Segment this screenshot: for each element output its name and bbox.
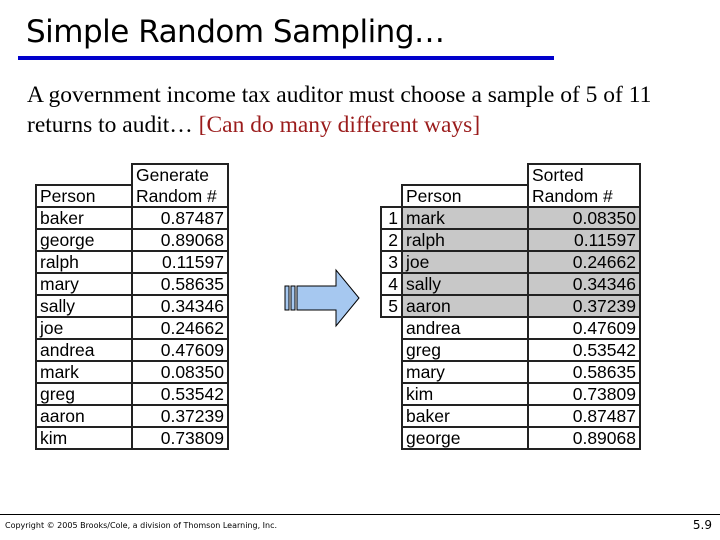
- index-cell: [381, 427, 402, 449]
- header-person: Person: [401, 184, 529, 208]
- random-cell: 0.89068: [527, 426, 641, 450]
- slide-body: A government income tax auditor must cho…: [27, 80, 717, 140]
- random-cell: 0.34346: [131, 294, 229, 318]
- person-cell: greg: [401, 338, 529, 362]
- blank-cell: [402, 164, 528, 185]
- table-row: baker 0.87487: [35, 206, 229, 230]
- person-cell: joe: [401, 250, 529, 274]
- random-cell: 0.53542: [131, 382, 229, 406]
- person-cell: joe: [35, 316, 133, 340]
- header-person: Person: [35, 184, 133, 208]
- person-cell: ralph: [401, 228, 529, 252]
- table-row: mary 0.58635: [35, 272, 229, 296]
- random-cell: 0.34346: [527, 272, 641, 296]
- index-cell: [381, 405, 402, 427]
- person-cell: baker: [401, 404, 529, 428]
- random-cell: 0.24662: [527, 250, 641, 274]
- footer-divider: [0, 514, 720, 515]
- table-row: kim 0.73809: [35, 426, 229, 450]
- random-cell: 0.53542: [527, 338, 641, 362]
- blank-cell: [36, 164, 132, 185]
- table-row: greg 0.53542: [381, 338, 641, 362]
- person-cell: aaron: [401, 294, 529, 318]
- random-cell: 0.47609: [527, 316, 641, 340]
- person-cell: andrea: [401, 316, 529, 340]
- table-row: mark 0.08350: [35, 360, 229, 384]
- table-row: mary 0.58635: [381, 360, 641, 384]
- table-row: joe 0.24662: [35, 316, 229, 340]
- random-cell: 0.08350: [527, 206, 641, 230]
- header-sorted: Sorted: [527, 163, 641, 185]
- header-random: Random #: [131, 185, 229, 208]
- person-cell: greg: [35, 382, 133, 406]
- random-cell: 0.11597: [131, 250, 229, 274]
- person-cell: mark: [35, 360, 133, 384]
- sorted-table: Sorted Person Random # 1 mark 0.08350 2 ralp…: [380, 163, 641, 450]
- random-cell: 0.73809: [131, 426, 229, 450]
- header-generate: Generate: [131, 163, 229, 185]
- selected-row: 4 sally 0.34346: [380, 272, 641, 296]
- random-cell: 0.58635: [131, 272, 229, 296]
- random-cell: 0.58635: [527, 360, 641, 384]
- person-cell: baker: [35, 206, 133, 230]
- slide-title: Simple Random Sampling…: [26, 14, 445, 50]
- person-cell: mary: [401, 360, 529, 384]
- index-cell: 2: [380, 228, 403, 252]
- selected-row: 3 joe 0.24662: [380, 250, 641, 274]
- blank-cell: [381, 164, 402, 185]
- random-cell: 0.73809: [527, 382, 641, 406]
- random-cell: 0.08350: [131, 360, 229, 384]
- person-cell: george: [401, 426, 529, 450]
- person-cell: andrea: [35, 338, 133, 362]
- person-cell: mark: [401, 206, 529, 230]
- blank-cell: [381, 185, 402, 207]
- copyright: Copyright © 2005 Brooks/Cole, a division…: [5, 521, 278, 530]
- index-cell: 3: [380, 250, 403, 274]
- body-highlight: [Can do many different ways]: [198, 112, 481, 138]
- index-cell: 1: [380, 206, 403, 230]
- table-row: andrea 0.47609: [381, 316, 641, 340]
- person-cell: mary: [35, 272, 133, 296]
- person-cell: sally: [401, 272, 529, 296]
- index-cell: 5: [380, 294, 403, 318]
- selected-row: 1 mark 0.08350: [380, 206, 641, 230]
- table-row: greg 0.53542: [35, 382, 229, 406]
- table-row: sally 0.34346: [35, 294, 229, 318]
- table-row: george 0.89068: [381, 426, 641, 450]
- table-row: aaron 0.37239: [35, 404, 229, 428]
- table-row: kim 0.73809: [381, 382, 641, 406]
- person-cell: george: [35, 228, 133, 252]
- page-number: 5.9: [692, 518, 712, 532]
- header-random: Random #: [527, 185, 641, 208]
- person-cell: kim: [35, 426, 133, 450]
- table-row: george 0.89068: [35, 228, 229, 252]
- selected-row: 5 aaron 0.37239: [380, 294, 641, 318]
- table-row: baker 0.87487: [381, 404, 641, 428]
- table-row: ralph 0.11597: [35, 250, 229, 274]
- person-cell: aaron: [35, 404, 133, 428]
- random-cell: 0.87487: [527, 404, 641, 428]
- right-arrow-icon: [284, 268, 360, 328]
- selected-row: 2 ralph 0.11597: [380, 228, 641, 252]
- person-cell: kim: [401, 382, 529, 406]
- random-number-table: Generate Person Random # baker 0.87487 geo…: [35, 163, 229, 450]
- index-cell: [381, 317, 402, 339]
- random-cell: 0.89068: [131, 228, 229, 252]
- random-cell: 0.37239: [131, 404, 229, 428]
- index-cell: [381, 361, 402, 383]
- random-cell: 0.37239: [527, 294, 641, 318]
- person-cell: ralph: [35, 250, 133, 274]
- index-cell: 4: [380, 272, 403, 296]
- table-row: andrea 0.47609: [35, 338, 229, 362]
- index-cell: [381, 383, 402, 405]
- random-cell: 0.24662: [131, 316, 229, 340]
- title-underline: [18, 56, 554, 60]
- random-cell: 0.87487: [131, 206, 229, 230]
- random-cell: 0.11597: [527, 228, 641, 252]
- person-cell: sally: [35, 294, 133, 318]
- index-cell: [381, 339, 402, 361]
- random-cell: 0.47609: [131, 338, 229, 362]
